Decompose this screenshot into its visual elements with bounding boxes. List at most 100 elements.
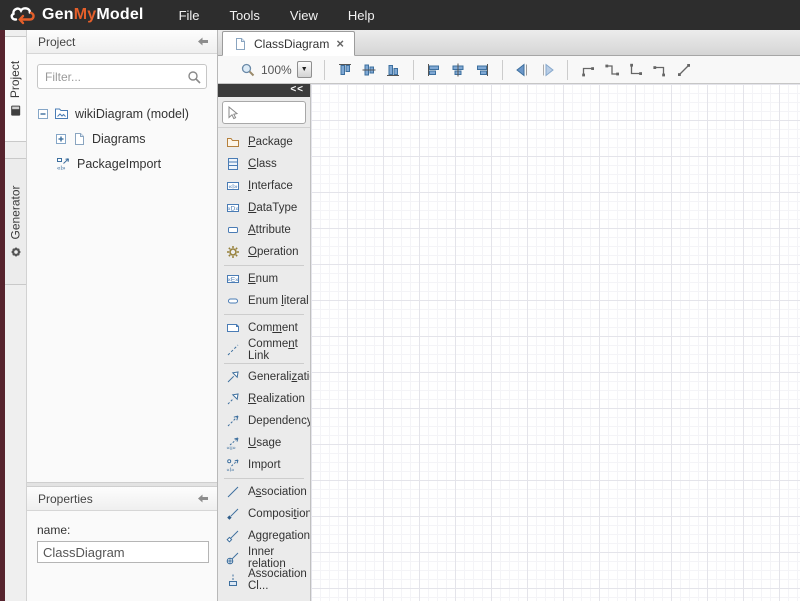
import-icon: «I»	[226, 458, 240, 472]
palette-item-enum-literal[interactable]: Enum literal	[218, 290, 310, 312]
collapse-left-icon[interactable]	[198, 494, 208, 503]
properties-panel: Properties name:	[27, 487, 217, 601]
menu-view[interactable]: View	[275, 3, 333, 28]
tree-item-wikidiagram-model[interactable]: wikiDiagram (model)	[34, 101, 210, 126]
side-tab-project[interactable]: Project	[5, 36, 26, 142]
flip-left-icon	[515, 62, 531, 78]
association-class-icon	[226, 573, 240, 587]
palette-item-import[interactable]: «I»Import	[218, 454, 310, 476]
palette-item-label: Realization	[248, 393, 305, 405]
route-style-2-button[interactable]	[600, 58, 624, 82]
diagram-file-icon	[233, 37, 247, 51]
flip-right-icon	[539, 62, 555, 78]
comment-icon	[226, 321, 240, 335]
svg-text:«u»: «u»	[227, 446, 236, 451]
palette-item-enum[interactable]: «E»Enum	[218, 268, 310, 290]
zoom-dropdown-button[interactable]: ▼	[297, 61, 312, 78]
app-logo: GenMyModel	[8, 4, 144, 26]
tree-item-packageimport[interactable]: «I»PackageImport	[34, 151, 210, 176]
properties-panel-body: name:	[27, 511, 217, 563]
palette-item-comment-link[interactable]: Comment Link	[218, 339, 310, 361]
palette-item-label: Composition	[248, 508, 310, 520]
menubar: FileToolsViewHelp	[164, 3, 390, 28]
gear-icon	[9, 245, 22, 258]
side-tabstrip: Project Generator	[5, 30, 27, 601]
menu-file[interactable]: File	[164, 3, 215, 28]
project-tree: wikiDiagram (model) Diagrams«I»PackageImp…	[34, 101, 210, 176]
align-middle-button[interactable]	[357, 58, 381, 82]
diagram-canvas[interactable]	[311, 84, 800, 601]
route-style-4-button[interactable]	[648, 58, 672, 82]
side-tab-generator[interactable]: Generator	[5, 158, 26, 285]
route-style-3-button[interactable]	[624, 58, 648, 82]
palette-item-label: Enum literal	[248, 295, 309, 307]
route-oblique-button[interactable]	[672, 58, 696, 82]
palette-item-realization[interactable]: Realization	[218, 388, 310, 410]
palette-collapse-button[interactable]: <<	[218, 84, 310, 97]
palette-item-label: Interface	[248, 180, 293, 192]
comment-link-icon	[226, 343, 240, 357]
palette-item-usage[interactable]: «u»Usage	[218, 432, 310, 454]
palette-item-attribute[interactable]: Attribute	[218, 219, 310, 241]
usage-icon: «u»	[226, 436, 240, 450]
align-bottom-icon	[385, 62, 401, 78]
palette-item-class[interactable]: Class	[218, 153, 310, 175]
project-panel-title: Project	[38, 35, 198, 49]
palette-item-inner-relation[interactable]: Inner relation	[218, 547, 310, 569]
palette-item-dependency[interactable]: Dependency	[218, 410, 310, 432]
palette-item-composition[interactable]: Composition	[218, 503, 310, 525]
dependency-icon	[226, 414, 240, 428]
name-field[interactable]	[37, 541, 209, 563]
realization-icon	[226, 392, 240, 406]
palette-item-generalization[interactable]: Generalization	[218, 366, 310, 388]
align-bottom-button[interactable]	[381, 58, 405, 82]
collapse-left-icon[interactable]	[198, 37, 208, 46]
tree-item-label: wikiDiagram (model)	[75, 107, 189, 121]
datatype-icon: «D»	[226, 201, 240, 215]
toolbar-separator	[413, 60, 414, 80]
align-top-button[interactable]	[333, 58, 357, 82]
editor-tabbar: ClassDiagram ×	[218, 30, 800, 56]
zoom-control: 100% ▼	[240, 61, 312, 78]
book-icon	[9, 104, 22, 117]
menu-help[interactable]: Help	[333, 3, 390, 28]
palette-item-interface[interactable]: «I» Interface	[218, 175, 310, 197]
zoom-icon	[240, 62, 256, 78]
project-panel-body: wikiDiagram (model) Diagrams«I»PackageImp…	[27, 54, 217, 482]
filter-input[interactable]	[37, 64, 207, 89]
tree-item-diagrams[interactable]: Diagrams	[34, 126, 210, 151]
operation-icon	[226, 245, 240, 259]
route-style-1-button[interactable]	[576, 58, 600, 82]
palette-item-label: DataType	[248, 202, 297, 214]
palette-item-association-cl[interactable]: Association Cl...	[218, 569, 310, 591]
palette-item-aggregation[interactable]: Aggregation	[218, 525, 310, 547]
palette-item-operation[interactable]: Operation	[218, 241, 310, 263]
palette-item-datatype[interactable]: «D» DataType	[218, 197, 310, 219]
palette-item-association[interactable]: Association	[218, 481, 310, 503]
tab-classdiagram[interactable]: ClassDiagram ×	[222, 31, 355, 56]
palette-selection-tool[interactable]	[222, 101, 306, 124]
align-top-icon	[337, 62, 353, 78]
inner-relation-icon	[226, 551, 240, 565]
tree-expand-icon[interactable]	[56, 134, 66, 144]
tree-collapse-icon[interactable]	[38, 109, 48, 119]
generalization-icon	[226, 370, 240, 384]
tab-label: ClassDiagram	[254, 37, 329, 51]
flip-left-button[interactable]	[511, 58, 535, 82]
palette-item-comment[interactable]: Comment	[218, 317, 310, 339]
interface-icon: «I»	[226, 179, 240, 193]
palette-separator	[224, 265, 304, 266]
align-left-button[interactable]	[422, 58, 446, 82]
palette-item-label: Operation	[248, 246, 299, 258]
palette-item-package[interactable]: Package	[218, 131, 310, 153]
menu-tools[interactable]: Tools	[215, 3, 275, 28]
editor-toolbar: 100% ▼	[218, 56, 800, 84]
toolbar-buttons	[316, 58, 696, 82]
align-center-button[interactable]	[446, 58, 470, 82]
flip-right-button[interactable]	[535, 58, 559, 82]
properties-panel-title: Properties	[38, 492, 198, 506]
tab-close-icon[interactable]: ×	[336, 37, 344, 50]
align-right-button[interactable]	[470, 58, 494, 82]
align-right-icon	[474, 62, 490, 78]
palette-divider	[218, 127, 310, 128]
